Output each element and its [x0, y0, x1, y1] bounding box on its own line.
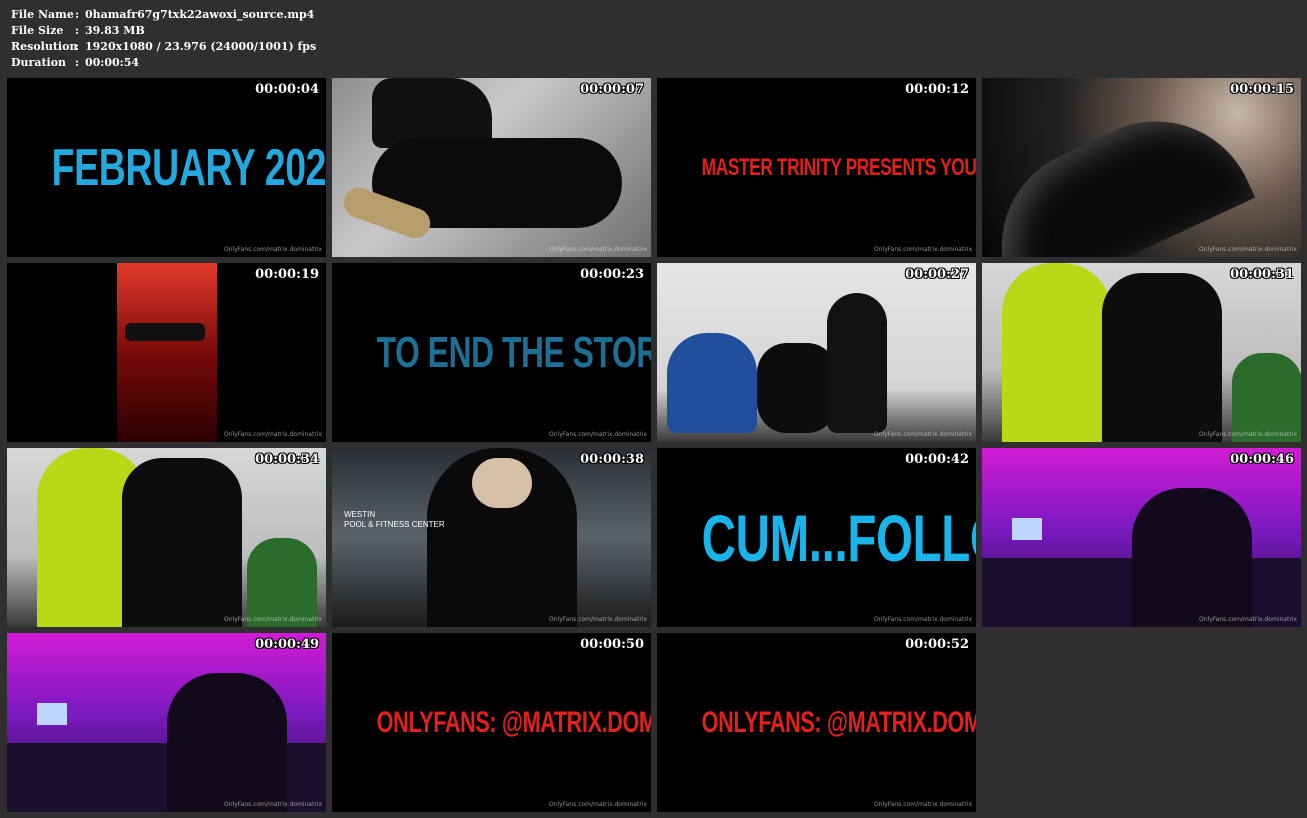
- timestamp-label: 00:00:38: [580, 452, 644, 467]
- thumbnail-frame[interactable]: 00:00:07 OnlyFans.com/matrix.dominatrix: [332, 78, 651, 257]
- video-still-image: [332, 448, 651, 627]
- info-row-file-size: File Size : 39.83 MB: [11, 23, 316, 39]
- info-value: 00:00:54: [85, 56, 140, 69]
- video-still-image: [982, 448, 1301, 627]
- video-still-image: [657, 263, 976, 442]
- timestamp-label: 00:00:34: [255, 452, 319, 467]
- watermark-text: OnlyFans.com/matrix.dominatrix: [1199, 246, 1297, 253]
- watermark-text: OnlyFans.com/matrix.dominatrix: [224, 801, 322, 808]
- watermark-text: OnlyFans.com/matrix.dominatrix: [224, 616, 322, 623]
- thumbnail-frame[interactable]: 00:00:31 OnlyFans.com/matrix.dominatrix: [982, 263, 1301, 442]
- thumbnail-frame[interactable]: 00:00:34 OnlyFans.com/matrix.dominatrix: [7, 448, 326, 627]
- watermark-text: OnlyFans.com/matrix.dominatrix: [874, 246, 972, 253]
- timestamp-label: 00:00:42: [905, 452, 969, 467]
- info-separator: :: [75, 24, 80, 37]
- info-separator: :: [75, 40, 80, 53]
- thumbnail-frame[interactable]: FEBRUARY 2023 00:00:04 OnlyFans.com/matr…: [7, 78, 326, 257]
- timestamp-label: 00:00:15: [1230, 82, 1294, 97]
- watermark-text: OnlyFans.com/matrix.dominatrix: [874, 431, 972, 438]
- video-still-image: [7, 448, 326, 627]
- watermark-text: OnlyFans.com/matrix.dominatrix: [549, 801, 647, 808]
- thumbnail-frame[interactable]: WESTIN POOL & FITNESS CENTER 00:00:38 On…: [332, 448, 651, 627]
- file-info-panel: File Name : 0hamafr67g7txk22awoxi_source…: [11, 7, 316, 71]
- timestamp-label: 00:00:50: [580, 637, 644, 652]
- watermark-text: OnlyFans.com/matrix.dominatrix: [549, 616, 647, 623]
- video-still-image: [7, 263, 326, 442]
- thumbnail-caption: ONLYFANS: @MATRIX.DOMINATRIX: [701, 705, 976, 739]
- watermark-text: OnlyFans.com/matrix.dominatrix: [549, 246, 647, 253]
- info-separator: :: [75, 56, 80, 69]
- info-label: File Name: [11, 8, 74, 21]
- thumbnail-caption: ONLYFANS: @MATRIX.DOMINATRIX: [376, 705, 651, 739]
- info-label: Duration: [11, 56, 67, 69]
- video-still-image: [332, 78, 651, 257]
- watermark-text: OnlyFans.com/matrix.dominatrix: [874, 616, 972, 623]
- pool-sign: WESTIN POOL & FITNESS CENTER: [344, 510, 445, 530]
- timestamp-label: 00:00:52: [905, 637, 969, 652]
- info-value: 0hamafr67g7txk22awoxi_source.mp4: [85, 8, 315, 21]
- timestamp-label: 00:00:27: [905, 267, 969, 282]
- info-separator: :: [75, 8, 80, 21]
- timestamp-label: 00:00:46: [1230, 452, 1294, 467]
- timestamp-label: 00:00:49: [255, 637, 319, 652]
- watermark-text: OnlyFans.com/matrix.dominatrix: [224, 431, 322, 438]
- thumbnail-frame[interactable]: ONLYFANS: @MATRIX.DOMINATRIX 00:00:50 On…: [332, 633, 651, 812]
- timestamp-label: 00:00:23: [580, 267, 644, 282]
- info-label: Resolution: [11, 40, 78, 53]
- info-label: File Size: [11, 24, 64, 37]
- thumbnail-frame[interactable]: 00:00:19 OnlyFans.com/matrix.dominatrix: [7, 263, 326, 442]
- thumbnail-frame[interactable]: 00:00:46 OnlyFans.com/matrix.dominatrix: [982, 448, 1301, 627]
- timestamp-label: 00:00:12: [905, 82, 969, 97]
- info-row-file-name: File Name : 0hamafr67g7txk22awoxi_source…: [11, 7, 316, 23]
- thumbnail-frame[interactable]: 00:00:15 OnlyFans.com/matrix.dominatrix: [982, 78, 1301, 257]
- thumbnail-caption: TO END THE STORY HERE...: [376, 327, 651, 377]
- timestamp-label: 00:00:04: [255, 82, 319, 97]
- info-value: 1920x1080 / 23.976 (24000/1001) fps: [85, 40, 317, 53]
- thumbnail-caption: MASTER TRINITY PRESENTS YOU WITH A CHOIC…: [701, 153, 976, 181]
- timestamp-label: 00:00:31: [1230, 267, 1294, 282]
- thumbnail-frame[interactable]: ONLYFANS: @MATRIX.DOMINATRIX 00:00:52 On…: [657, 633, 976, 812]
- timestamp-label: 00:00:07: [580, 82, 644, 97]
- info-row-resolution: Resolution : 1920x1080 / 23.976 (24000/1…: [11, 39, 316, 55]
- timestamp-label: 00:00:19: [255, 267, 319, 282]
- video-still-image: [982, 263, 1301, 442]
- thumbnail-grid: FEBRUARY 2023 00:00:04 OnlyFans.com/matr…: [7, 78, 1301, 812]
- thumbnail-frame[interactable]: CUM...FOLLOW ME 00:00:42 OnlyFans.com/ma…: [657, 448, 976, 627]
- thumbnail-frame[interactable]: TO END THE STORY HERE... 00:00:23 OnlyFa…: [332, 263, 651, 442]
- watermark-text: OnlyFans.com/matrix.dominatrix: [874, 801, 972, 808]
- thumbnail-frame[interactable]: MASTER TRINITY PRESENTS YOU WITH A CHOIC…: [657, 78, 976, 257]
- watermark-text: OnlyFans.com/matrix.dominatrix: [1199, 431, 1297, 438]
- thumbnail-caption: FEBRUARY 2023: [51, 138, 326, 197]
- video-still-image: [982, 78, 1301, 257]
- watermark-text: OnlyFans.com/matrix.dominatrix: [1199, 616, 1297, 623]
- watermark-text: OnlyFans.com/matrix.dominatrix: [224, 246, 322, 253]
- thumbnail-frame[interactable]: 00:00:49 OnlyFans.com/matrix.dominatrix: [7, 633, 326, 812]
- pool-sign-line1: WESTIN: [344, 510, 376, 519]
- video-still-image: [7, 633, 326, 812]
- info-value: 39.83 MB: [85, 24, 145, 37]
- info-row-duration: Duration : 00:00:54: [11, 55, 316, 71]
- thumbnail-frame[interactable]: 00:00:27 OnlyFans.com/matrix.dominatrix: [657, 263, 976, 442]
- thumbnail-caption: CUM...FOLLOW ME: [701, 500, 976, 575]
- watermark-text: OnlyFans.com/matrix.dominatrix: [549, 431, 647, 438]
- pool-sign-line2: POOL & FITNESS CENTER: [344, 520, 445, 529]
